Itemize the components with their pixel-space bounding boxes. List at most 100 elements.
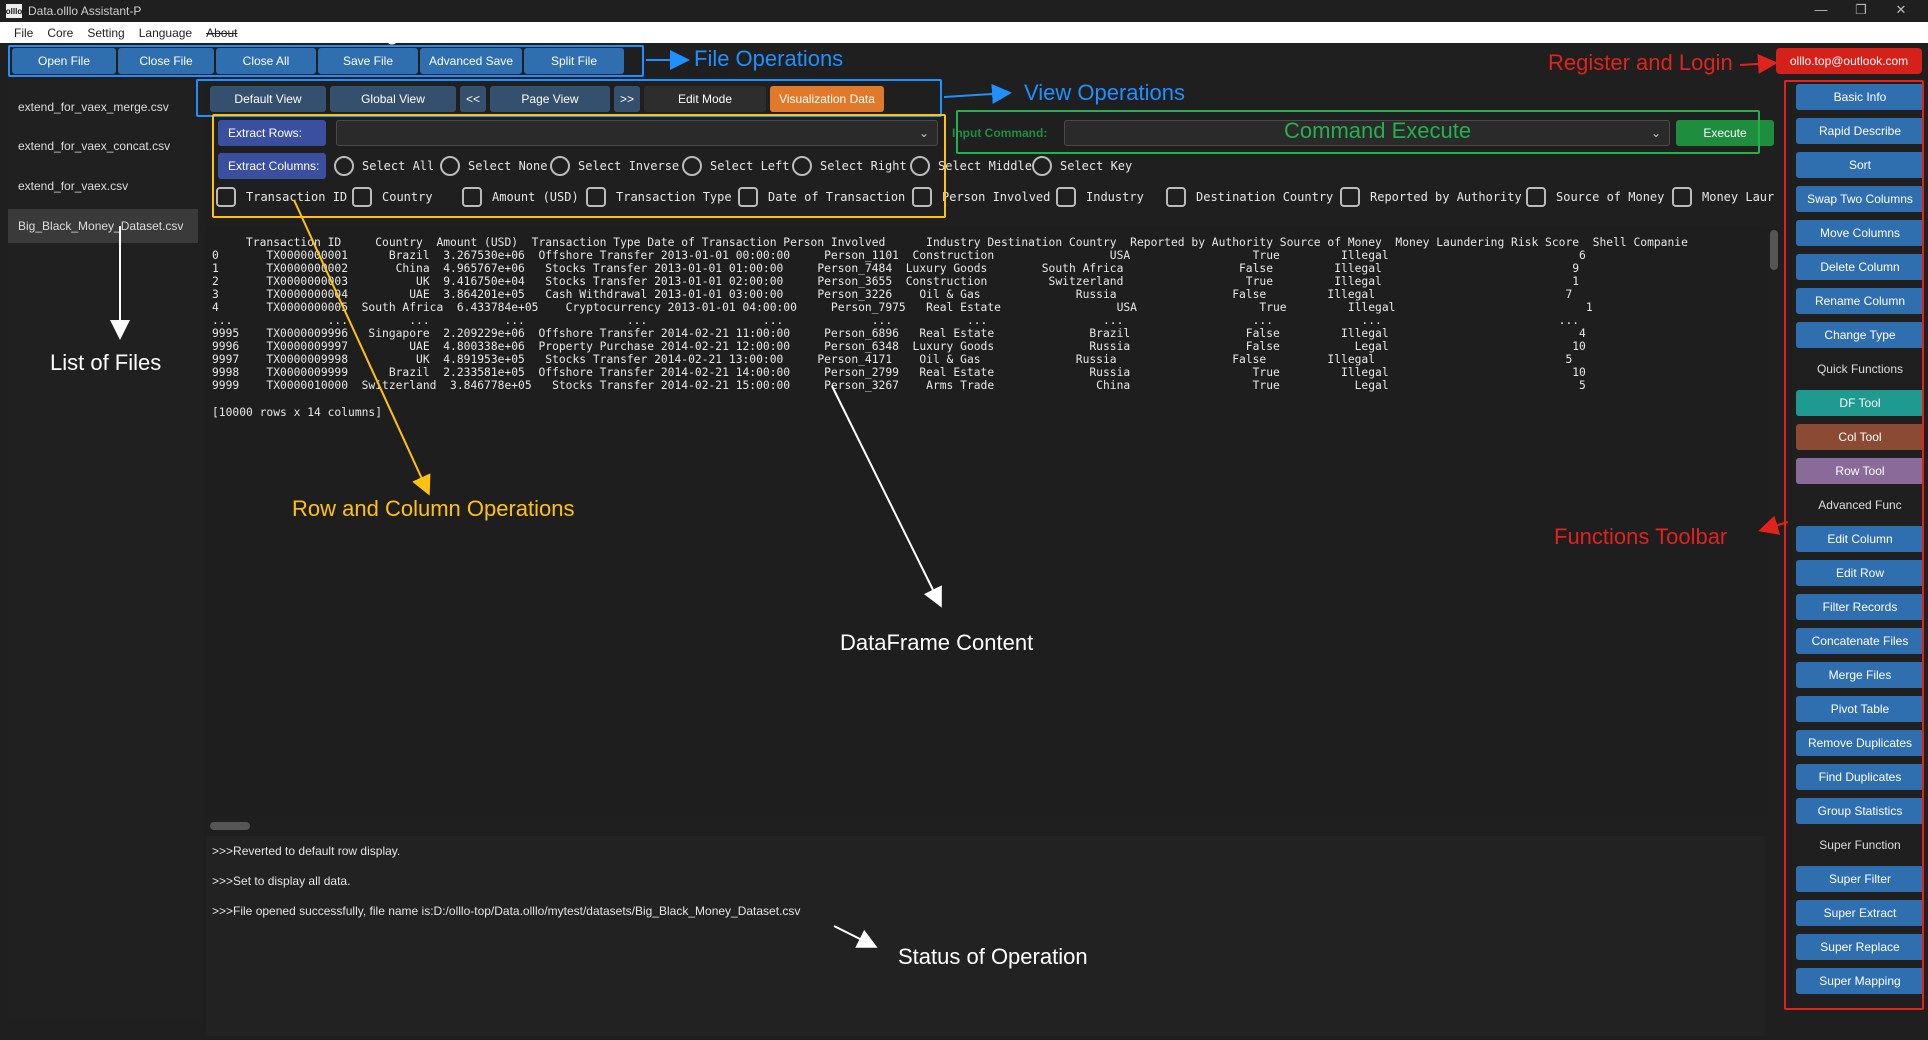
- merge-files-button[interactable]: Merge Files: [1796, 662, 1924, 688]
- rename-column-button[interactable]: Rename Column: [1796, 288, 1924, 314]
- pivot-table-button[interactable]: Pivot Table: [1796, 696, 1924, 722]
- radio-select-right[interactable]: Select Right: [792, 155, 907, 177]
- radio-select-all[interactable]: Select All: [334, 155, 434, 177]
- file-item[interactable]: extend_for_vaex_concat.csv: [8, 129, 198, 163]
- checkbox: [462, 187, 482, 207]
- chevron-down-icon: ⌄: [1651, 126, 1661, 140]
- super-extract-button[interactable]: Super Extract: [1796, 900, 1924, 926]
- df-tool-button[interactable]: DF Tool: [1796, 390, 1924, 416]
- checkbox-label: Transaction Type: [616, 190, 732, 204]
- file-item[interactable]: extend_for_vaex.csv: [8, 169, 198, 203]
- next-page-button[interactable]: >>: [614, 86, 640, 112]
- find-duplicates-button[interactable]: Find Duplicates: [1796, 764, 1924, 790]
- checkbox-label: Date of Transaction: [768, 190, 905, 204]
- file-item-active[interactable]: Big_Black_Money_Dataset.csv: [8, 209, 198, 243]
- page-view-button[interactable]: Page View: [490, 86, 610, 112]
- column-check[interactable]: Reported by Authority: [1340, 186, 1522, 208]
- split-file-button[interactable]: Split File: [524, 48, 624, 74]
- functions-toolbar: Basic Info Rapid Describe Sort Swap Two Col…: [1788, 80, 1924, 1010]
- column-check[interactable]: Country: [352, 186, 433, 208]
- sort-button[interactable]: Sort: [1796, 152, 1924, 178]
- group-statistics-button[interactable]: Group Statistics: [1796, 798, 1924, 824]
- radio-circle: [550, 156, 570, 176]
- status-line: >>>Set to display all data.: [212, 874, 350, 888]
- account-email-button[interactable]: olllo.top@outlook.com: [1776, 48, 1922, 74]
- checkbox: [738, 187, 758, 207]
- horizontal-scrollbar[interactable]: [210, 822, 250, 830]
- radio-select-none[interactable]: Select None: [440, 155, 547, 177]
- minimize-icon[interactable]: —: [1806, 2, 1836, 17]
- basic-info-button[interactable]: Basic Info: [1796, 84, 1924, 110]
- edit-mode-button[interactable]: Edit Mode: [644, 86, 766, 112]
- app-logo: olllo: [6, 4, 22, 18]
- radio-circle: [1032, 156, 1052, 176]
- column-check[interactable]: Amount (USD): [462, 186, 579, 208]
- global-view-button[interactable]: Global View: [330, 86, 456, 112]
- column-check[interactable]: Transaction Type: [586, 186, 732, 208]
- rapid-describe-button[interactable]: Rapid Describe: [1796, 118, 1924, 144]
- radio-select-middle[interactable]: Select Middle: [910, 155, 1032, 177]
- column-check[interactable]: Source of Money: [1526, 186, 1664, 208]
- menu-about[interactable]: About: [206, 26, 237, 40]
- vertical-scrollbar[interactable]: [1770, 230, 1778, 270]
- prev-page-button[interactable]: <<: [460, 86, 486, 112]
- menu-file[interactable]: File: [14, 26, 33, 40]
- open-file-button[interactable]: Open File: [12, 48, 116, 74]
- edit-column-button[interactable]: Edit Column: [1796, 526, 1924, 552]
- dataframe-annotation: DataFrame Content: [840, 630, 1033, 656]
- column-check[interactable]: Transaction ID: [216, 186, 347, 208]
- register-login-arrow: [1740, 63, 1774, 65]
- extract-rows-combo[interactable]: ⌄: [336, 120, 938, 146]
- checkbox-label: Reported by Authority: [1370, 190, 1522, 204]
- checkbox: [1672, 187, 1692, 207]
- extract-columns-label[interactable]: Extract Columns:: [218, 153, 326, 179]
- filter-records-button[interactable]: Filter Records: [1796, 594, 1924, 620]
- close-icon[interactable]: ✕: [1886, 2, 1916, 18]
- row-tool-button[interactable]: Row Tool: [1796, 458, 1924, 484]
- super-mapping-button[interactable]: Super Mapping: [1796, 968, 1924, 994]
- radio-label: Select Right: [820, 159, 907, 173]
- super-function-label: Super Function: [1796, 832, 1924, 858]
- column-check[interactable]: Destination Country: [1166, 186, 1333, 208]
- col-tool-button[interactable]: Col Tool: [1796, 424, 1924, 450]
- move-columns-button[interactable]: Move Columns: [1796, 220, 1924, 246]
- checkbox-label: Industry: [1086, 190, 1144, 204]
- super-filter-button[interactable]: Super Filter: [1796, 866, 1924, 892]
- checkbox: [1340, 187, 1360, 207]
- radio-select-left[interactable]: Select Left: [682, 155, 789, 177]
- concatenate-files-button[interactable]: Concatenate Files: [1796, 628, 1924, 654]
- change-type-button[interactable]: Change Type: [1796, 322, 1924, 348]
- radio-select-key[interactable]: Select Key: [1032, 155, 1132, 177]
- column-check[interactable]: Date of Transaction: [738, 186, 905, 208]
- default-view-button[interactable]: Default View: [210, 86, 326, 112]
- chevron-down-icon: ⌄: [919, 126, 929, 140]
- restore-icon[interactable]: ❐: [1846, 2, 1876, 18]
- save-file-button[interactable]: Save File: [318, 48, 418, 74]
- swap-two-columns-button[interactable]: Swap Two Columns: [1796, 186, 1924, 212]
- visualization-data-button[interactable]: Visualization Data: [770, 86, 884, 112]
- radio-label: Select Inverse: [578, 159, 679, 173]
- menu-language[interactable]: Language: [139, 26, 192, 40]
- execute-button[interactable]: Execute: [1676, 120, 1774, 146]
- advanced-save-button[interactable]: Advanced Save: [420, 48, 522, 74]
- remove-duplicates-button[interactable]: Remove Duplicates: [1796, 730, 1924, 756]
- status-annotation: Status of Operation: [898, 944, 1088, 970]
- edit-row-button[interactable]: Edit Row: [1796, 560, 1924, 586]
- title-bar: olllo Data.olllo Assistant-P — ❐ ✕: [0, 0, 1928, 22]
- extract-rows-label[interactable]: Extract Rows:: [218, 120, 326, 146]
- column-check[interactable]: Person Involved: [912, 186, 1050, 208]
- column-check[interactable]: Industry: [1056, 186, 1144, 208]
- file-item[interactable]: extend_for_vaex_merge.csv: [8, 90, 198, 124]
- menu-setting[interactable]: Setting: [87, 26, 124, 40]
- command-execute-annotation: Command Execute: [1284, 118, 1471, 144]
- menu-core[interactable]: Core: [47, 26, 73, 40]
- checkbox-label: Country: [382, 190, 433, 204]
- delete-column-button[interactable]: Delete Column: [1796, 254, 1924, 280]
- column-check[interactable]: Money Laur: [1672, 186, 1774, 208]
- radio-select-inverse[interactable]: Select Inverse: [550, 155, 679, 177]
- radio-circle: [334, 156, 354, 176]
- super-replace-button[interactable]: Super Replace: [1796, 934, 1924, 960]
- close-file-button[interactable]: Close File: [118, 48, 214, 74]
- close-all-button[interactable]: Close All: [216, 48, 316, 74]
- checkbox: [586, 187, 606, 207]
